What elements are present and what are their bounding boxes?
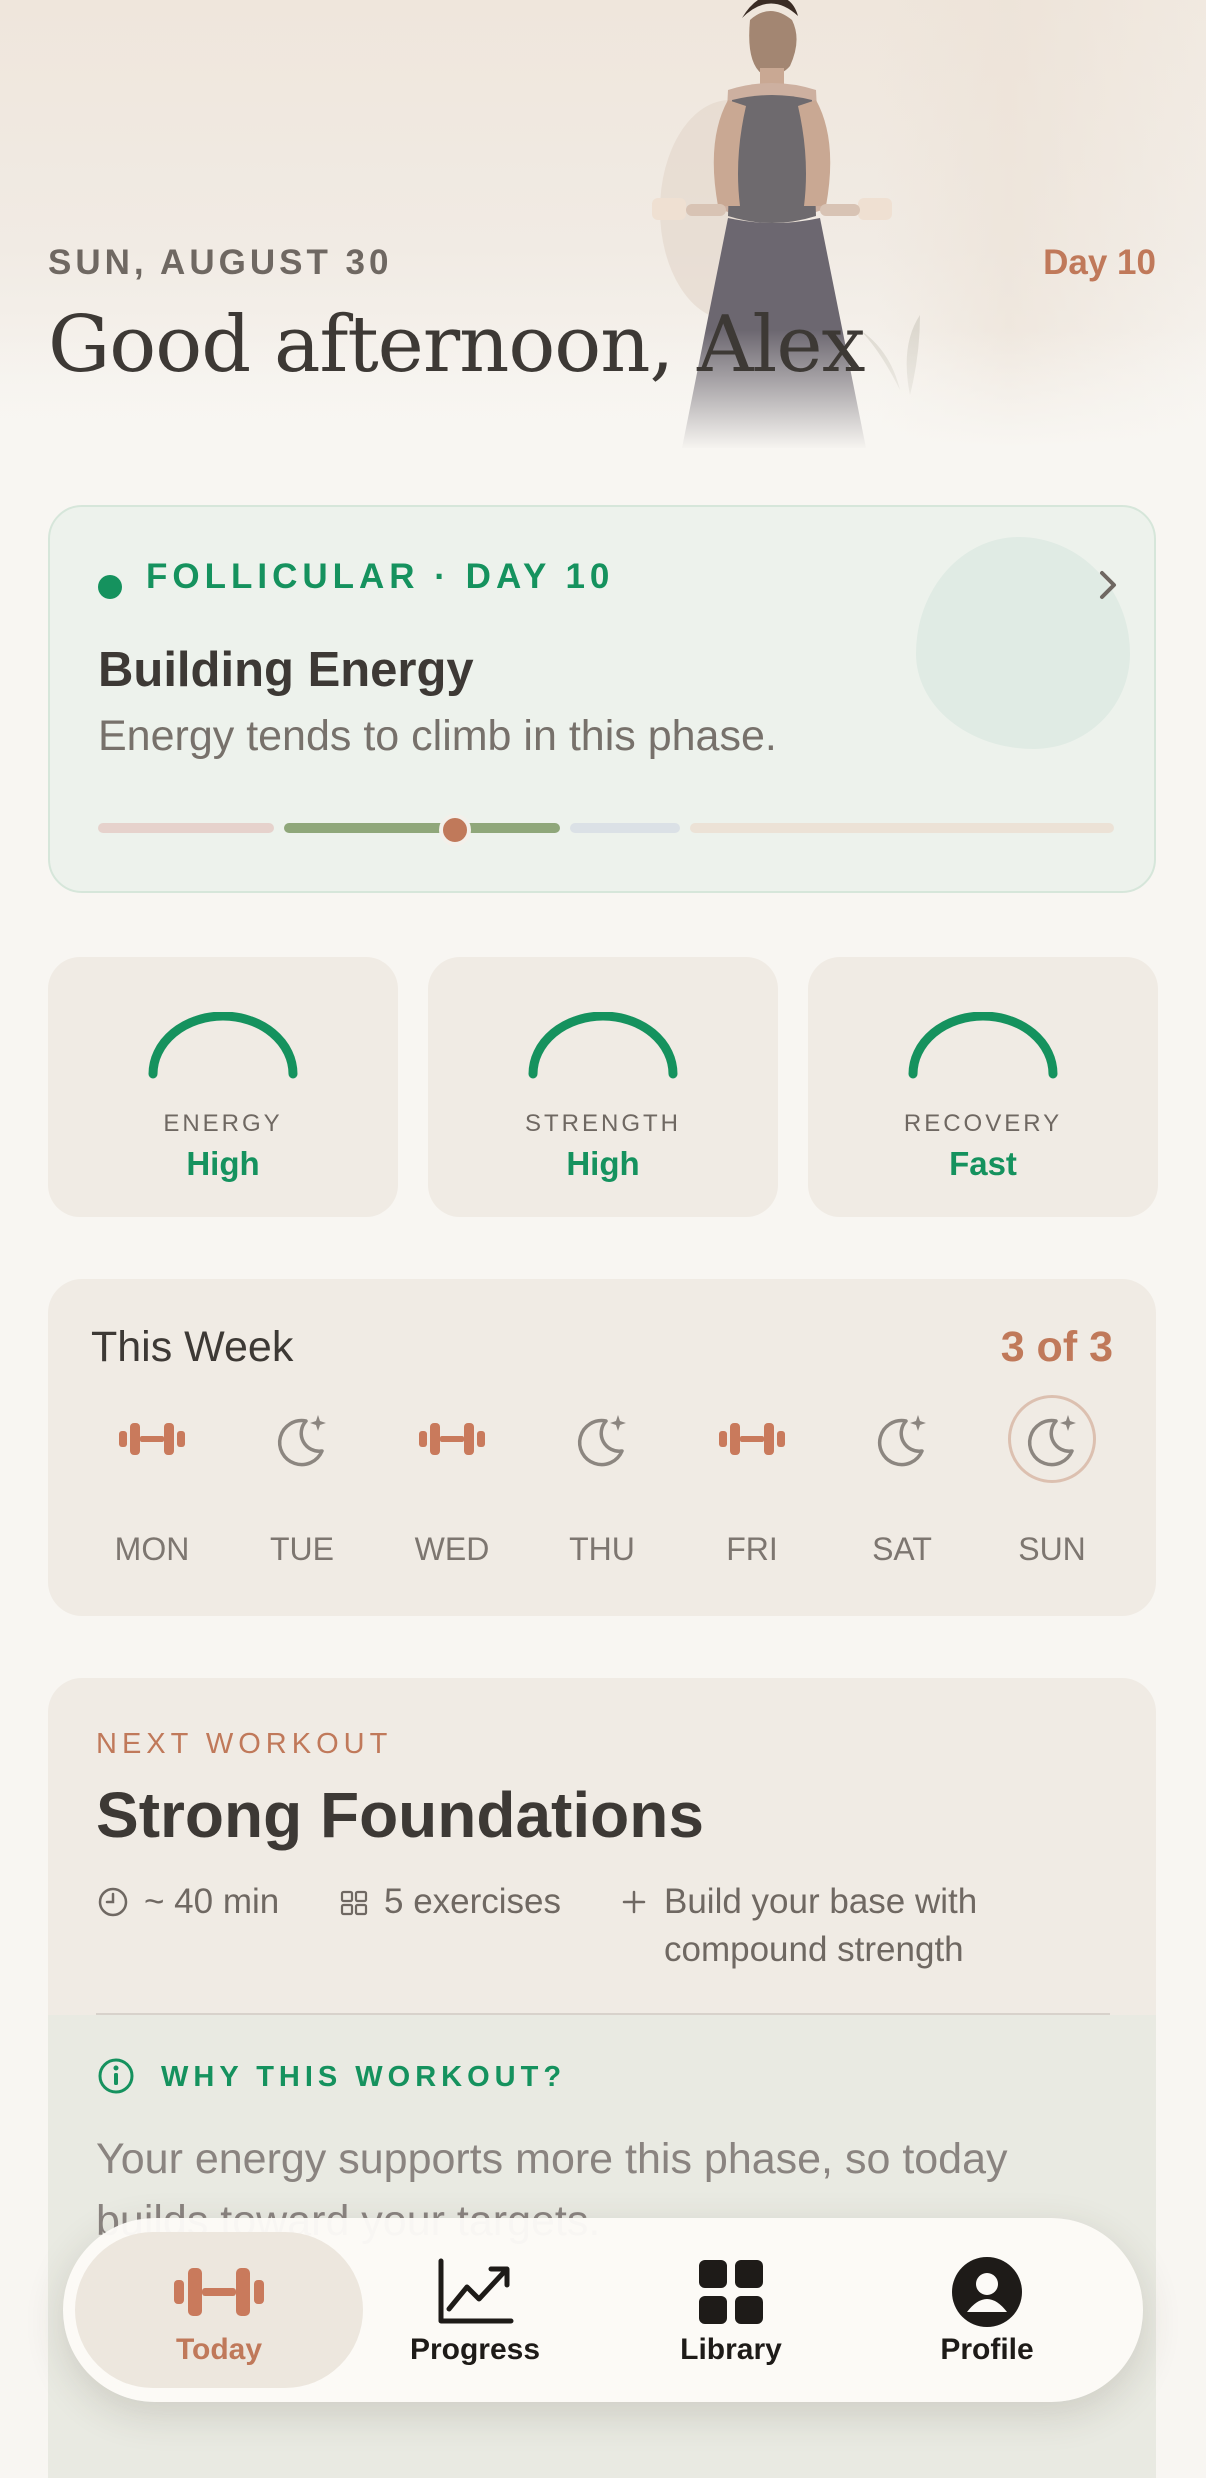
stat-label: RECOVERY <box>903 1110 1063 1137</box>
tab-label: Library <box>680 2333 782 2366</box>
clock-icon <box>98 1887 128 1917</box>
tab-profile[interactable]: Profile <box>867 2236 1107 2384</box>
chevron-right-icon[interactable] <box>1080 557 1136 613</box>
focus-line-2: compound strength <box>664 1930 964 1969</box>
exercises-text: 5 exercises <box>384 1882 562 1921</box>
recovery-gauge-icon <box>908 1012 1058 1079</box>
person-icon <box>867 2254 1107 2330</box>
stat-card-recovery: RECOVERY Fast <box>808 957 1158 1217</box>
info-icon <box>98 2058 134 2094</box>
moon-icon <box>258 1395 346 1483</box>
phase-title: Building Energy <box>98 643 474 697</box>
page-title: Good afternoon, Alex <box>48 300 866 390</box>
stat-value: High <box>186 1145 260 1182</box>
moon-icon <box>858 1395 946 1483</box>
stat-label: STRENGTH <box>525 1110 681 1137</box>
dumbbell-icon <box>99 2254 339 2330</box>
energy-gauge-icon <box>148 1012 298 1079</box>
week-count: 3 of 3 <box>1000 1323 1113 1371</box>
duration-text: ~ 40 min <box>144 1882 280 1921</box>
cycle-segment-ovulation <box>570 823 680 833</box>
phase-tag: FOLLICULAR · DAY 10 <box>146 557 615 596</box>
bottom-tab-bar: Today Progress Library Profile <box>63 2218 1143 2402</box>
why-tag: WHY THIS WORKOUT? <box>161 2061 567 2093</box>
day-sat[interactable]: SAT <box>837 1395 967 1575</box>
tab-progress[interactable]: Progress <box>355 2236 595 2384</box>
cycle-segment-follicular <box>284 823 560 833</box>
day-wed[interactable]: WED <box>387 1395 517 1575</box>
stat-value: High <box>566 1145 640 1182</box>
stat-label: ENERGY <box>163 1110 283 1137</box>
day-badge: Day 10 <box>1043 243 1156 282</box>
cycle-segment-luteal <box>690 823 1114 833</box>
moon-icon <box>1008 1395 1096 1483</box>
cycle-position-marker <box>438 814 471 846</box>
day-label: SUN <box>1018 1531 1086 1567</box>
day-label: THU <box>569 1531 635 1567</box>
tab-today[interactable]: Today <box>99 2236 339 2384</box>
tab-label: Progress <box>409 2333 541 2366</box>
stat-value: Fast <box>949 1145 1017 1182</box>
day-label: FRI <box>726 1531 778 1567</box>
stat-card-energy: ENERGY High <box>48 957 398 1217</box>
grid-icon <box>611 2254 851 2330</box>
strength-gauge-icon <box>528 1012 678 1079</box>
focus-text: Build your base with compound strength <box>664 1878 977 1974</box>
chart-icon <box>355 2254 595 2330</box>
day-label: MON <box>114 1531 190 1567</box>
phase-status-dot <box>98 575 122 599</box>
moon-icon <box>558 1395 646 1483</box>
tab-library[interactable]: Library <box>611 2236 851 2384</box>
duration-meta: ~ 40 min <box>96 1878 279 1926</box>
tab-label: Today <box>175 2333 263 2366</box>
exercises-meta: 5 exercises <box>338 1878 561 1926</box>
focus-line-1: Build your base with <box>664 1882 978 1921</box>
stat-card-strength: STRENGTH High <box>428 957 778 1217</box>
week-title: This Week <box>91 1323 294 1371</box>
phase-subtitle: Energy tends to climb in this phase. <box>98 712 777 760</box>
day-tue[interactable]: TUE <box>237 1395 367 1575</box>
dumbbell-icon <box>108 1395 196 1483</box>
dumbbell-icon <box>408 1395 496 1483</box>
phase-card[interactable]: FOLLICULAR · DAY 10 Building Energy Ener… <box>48 505 1156 893</box>
day-label: SAT <box>872 1531 932 1567</box>
next-workout-tag: NEXT WORKOUT <box>96 1728 393 1760</box>
day-label: TUE <box>270 1531 334 1567</box>
day-mon[interactable]: MON <box>87 1395 217 1575</box>
week-card: This Week 3 of 3 MON TUE WED THU FRI SAT… <box>48 1279 1156 1616</box>
grid-small-icon <box>340 1890 368 1916</box>
day-thu[interactable]: THU <box>537 1395 667 1575</box>
day-sun[interactable]: SUN <box>987 1395 1117 1575</box>
day-fri[interactable]: FRI <box>687 1395 817 1575</box>
cycle-segment-menstrual <box>98 823 274 833</box>
tab-label: Profile <box>940 2333 1034 2366</box>
focus-meta: Build your base with compound strength <box>618 1878 977 1974</box>
day-label: WED <box>414 1531 490 1567</box>
workout-title: Strong Foundations <box>96 1779 704 1851</box>
date-label: SUN, AUGUST 30 <box>48 243 393 282</box>
dumbbell-icon <box>708 1395 796 1483</box>
plus-icon <box>622 1890 646 1914</box>
